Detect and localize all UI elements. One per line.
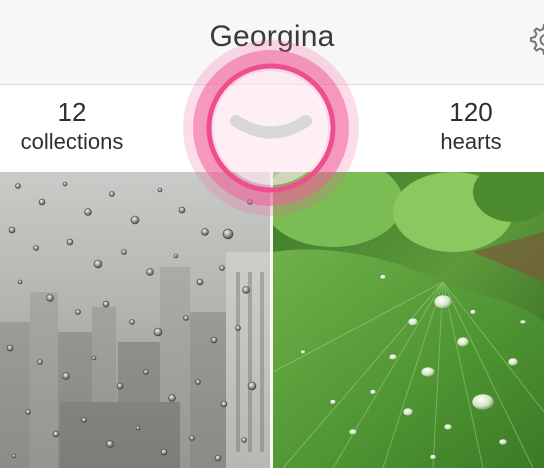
collections-count: 12 <box>57 97 87 127</box>
hearts-count: 120 <box>449 97 493 127</box>
settings-button[interactable] <box>526 22 544 58</box>
collections-label: collections <box>20 129 124 154</box>
hearts-stat[interactable]: 120 hearts <box>396 97 544 157</box>
chevron-down-icon <box>183 40 359 216</box>
collections-stat[interactable]: 12 collections <box>0 97 147 157</box>
hearts-label: hearts <box>440 129 502 154</box>
profile-screen: Georgina 12 collections 120 hearts <box>0 0 544 468</box>
expand-toggle-button[interactable] <box>181 38 361 218</box>
gear-icon <box>530 24 544 55</box>
